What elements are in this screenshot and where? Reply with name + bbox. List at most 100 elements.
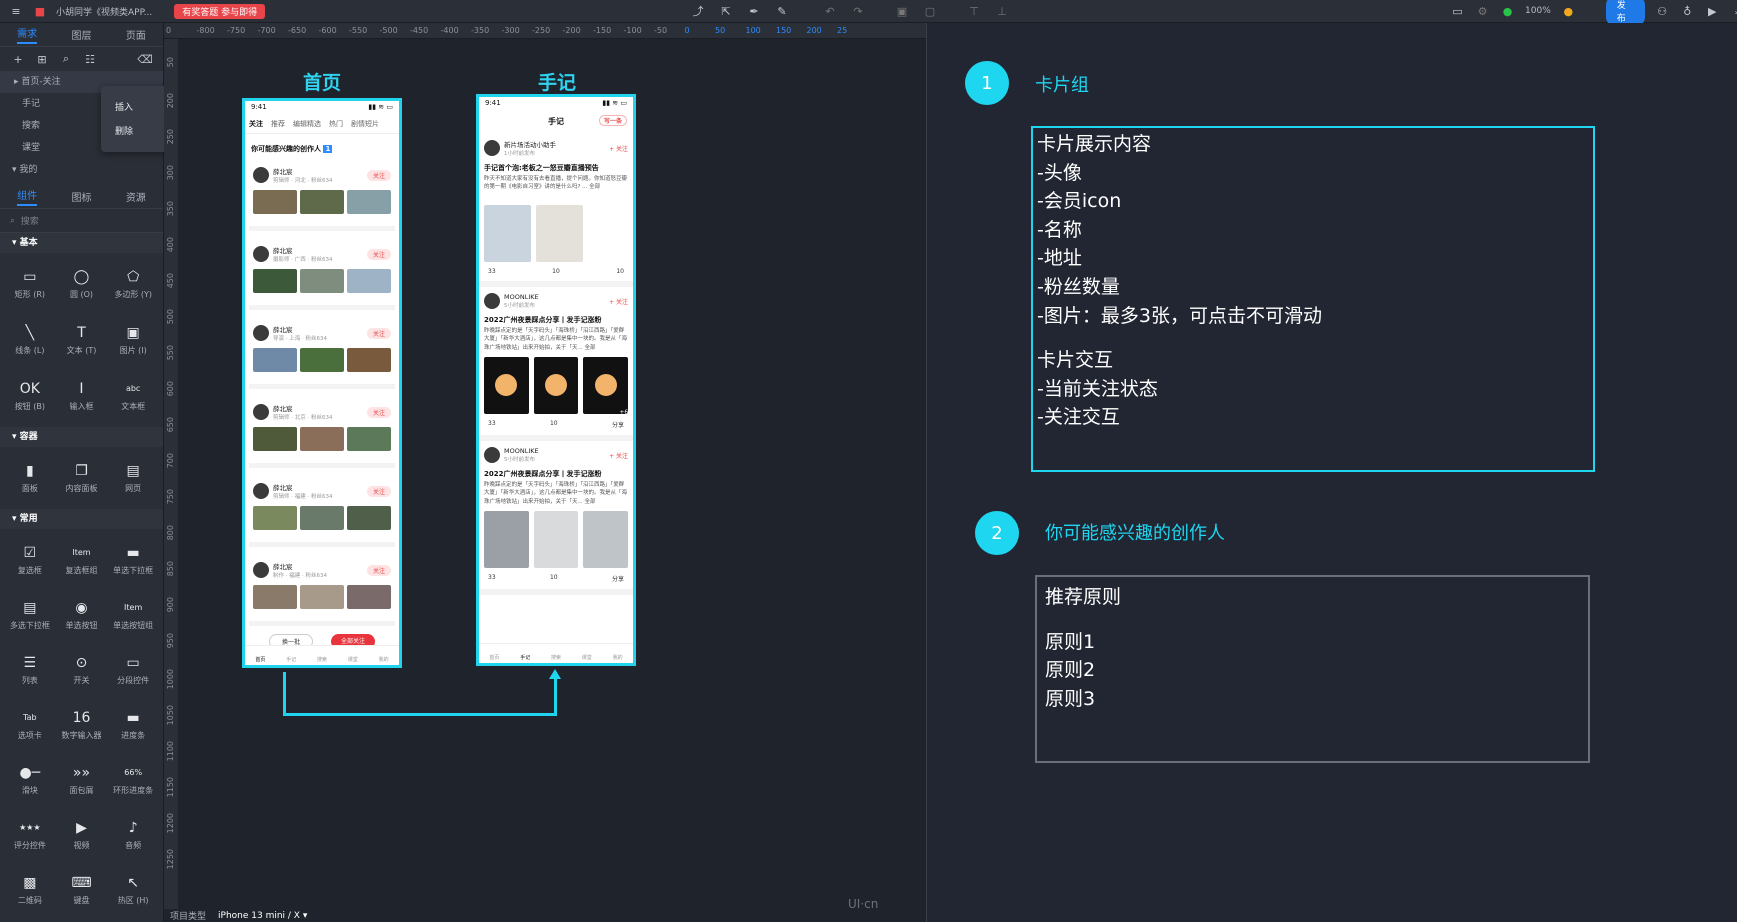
- avatar[interactable]: [484, 447, 500, 463]
- settings-icon[interactable]: ⚙: [1475, 3, 1490, 19]
- rectangle-component[interactable]: ▭ 矩形 (R): [4, 261, 56, 307]
- share-button[interactable]: 10: [616, 268, 624, 275]
- comment-count[interactable]: 10: [550, 420, 558, 429]
- avatar[interactable]: [253, 167, 269, 183]
- section-common[interactable]: ▾ 常用: [0, 509, 163, 529]
- card-image[interactable]: [253, 190, 297, 214]
- webpage-component[interactable]: ▤ 网页: [107, 455, 159, 501]
- add-folder-icon[interactable]: ⊞: [34, 51, 50, 67]
- tab-icons[interactable]: 图标: [71, 189, 91, 204]
- hotspot-component[interactable]: ↖ 热区 (H): [107, 867, 159, 913]
- tab-editor-pick[interactable]: 编辑精选: [293, 119, 321, 129]
- audio-component[interactable]: ♪ 音频: [107, 812, 159, 858]
- ring-progress-component[interactable]: 66% 环形进度条: [107, 757, 159, 803]
- post-image[interactable]: [484, 357, 529, 414]
- share-button[interactable]: 分享: [612, 574, 624, 583]
- tabbar-item[interactable]: 课堂: [348, 656, 358, 663]
- video-component[interactable]: ▶ 视频: [56, 812, 108, 858]
- follow-button[interactable]: 关注: [366, 327, 391, 339]
- tab-resources[interactable]: 资源: [126, 189, 146, 204]
- like-count[interactable]: 33: [488, 268, 496, 275]
- tab-follow[interactable]: 关注: [249, 119, 263, 129]
- card-image[interactable]: [347, 269, 391, 293]
- card-image[interactable]: [300, 348, 344, 372]
- avatar[interactable]: [253, 246, 269, 262]
- zoom-in-icon[interactable]: ●: [1561, 3, 1576, 19]
- add-icon[interactable]: +: [10, 51, 26, 67]
- line-component[interactable]: ╲ 线条 (L): [4, 317, 56, 363]
- download-icon[interactable]: ⤓: [1730, 3, 1737, 19]
- qrcode-component[interactable]: ▩ 二维码: [4, 867, 56, 913]
- follow-button[interactable]: 关注: [366, 564, 391, 576]
- polygon-component[interactable]: ⬠ 多边形 (Y): [107, 261, 159, 307]
- comment-count[interactable]: 10: [550, 574, 558, 583]
- avatar[interactable]: [253, 483, 269, 499]
- notes-phone-frame[interactable]: 9:41 ▮▮ ≋ ▭ 手记 写一条 新片场活动小助手 1小时前发布 + 关注 手记首个…: [476, 94, 636, 666]
- card-image[interactable]: [300, 269, 344, 293]
- write-note-button[interactable]: 写一条: [598, 115, 627, 126]
- like-count[interactable]: 33: [488, 574, 496, 583]
- post-image[interactable]: [533, 511, 579, 568]
- home-phone-frame[interactable]: 9:41 ▮▮ ≋ ▭ 关注 推荐 编辑精选 热门 剧情短片 你可能感兴趣的创作人…: [242, 98, 402, 668]
- follow-button[interactable]: + 关注: [609, 297, 628, 306]
- follow-button[interactable]: 关注: [366, 248, 391, 260]
- tabbar-item[interactable]: 搜索: [317, 656, 327, 663]
- tabbar-item[interactable]: 手记: [286, 656, 296, 663]
- avatar[interactable]: [253, 562, 269, 578]
- share-button[interactable]: 分享: [612, 420, 624, 429]
- annotation-box-1[interactable]: 卡片展示内容 -头像 -会员icon -名称 -地址 -粉丝数量 -图片：最多3张，可点击不…: [1031, 126, 1595, 472]
- card-image[interactable]: [300, 506, 344, 530]
- tabbar-item[interactable]: 首页: [489, 654, 499, 661]
- section-basic[interactable]: ▾ 基本: [0, 233, 163, 253]
- switch-component[interactable]: ⊙ 开关: [56, 647, 108, 693]
- button-component[interactable]: OK 按钮 (B): [4, 373, 56, 419]
- checkbox-component[interactable]: ☑ 复选框: [4, 537, 56, 583]
- textarea-component[interactable]: abc 文本框: [107, 373, 159, 419]
- avatar[interactable]: [253, 404, 269, 420]
- group-icon[interactable]: ▣: [894, 3, 910, 19]
- tab-components[interactable]: 组件: [17, 187, 38, 206]
- multi-dropdown-component[interactable]: ▤ 多选下拉框: [4, 592, 56, 638]
- tabbar-item[interactable]: 我的: [379, 656, 389, 663]
- promo-banner[interactable]: 有奖答题 参与即得: [174, 3, 266, 19]
- design-canvas[interactable]: 首页 手记 9:41 ▮▮ ≋ ▭ 关注 推荐 编辑精选 热门 剧情短片 你可能感…: [178, 39, 926, 911]
- content-panel-component[interactable]: ❐ 内容面板: [56, 455, 108, 501]
- card-image[interactable]: [347, 190, 391, 214]
- align-top-icon[interactable]: ⊤: [966, 3, 982, 19]
- device-select[interactable]: iPhone 13 mini / X ▾: [218, 911, 307, 921]
- like-count[interactable]: 33: [488, 420, 496, 429]
- number-input-component[interactable]: 16 数字输入器: [56, 702, 108, 748]
- redo-icon[interactable]: ↷: [850, 3, 866, 19]
- share-out-icon[interactable]: ⇱: [718, 3, 734, 19]
- text-component[interactable]: T 文本 (T): [56, 317, 108, 363]
- post-image[interactable]: +6: [583, 357, 628, 416]
- project-name[interactable]: 小胡同学《视频类APP...: [56, 5, 152, 18]
- segment-component[interactable]: ▭ 分段控件: [107, 647, 159, 693]
- tab-layers[interactable]: 图层: [71, 27, 91, 42]
- follow-button[interactable]: + 关注: [609, 144, 628, 153]
- follow-button[interactable]: 关注: [366, 406, 391, 418]
- follow-button[interactable]: + 关注: [609, 451, 628, 460]
- annotation-box-2[interactable]: 推荐原则 原则1 原则2 原则3: [1035, 575, 1590, 763]
- follow-button[interactable]: 关注: [366, 485, 391, 497]
- dropdown-component[interactable]: ▬ 单选下拉框: [107, 537, 159, 583]
- page-item-mine[interactable]: ▾ 我的: [0, 159, 163, 181]
- radio-group-component[interactable]: Item 单选按钮组: [107, 592, 159, 638]
- tabbar-item[interactable]: 我的: [613, 654, 623, 661]
- ungroup-icon[interactable]: ▢: [922, 3, 938, 19]
- slider-component[interactable]: ●─ 滑块: [4, 757, 56, 803]
- radio-component[interactable]: ◉ 单选按钮: [56, 592, 108, 638]
- align-bottom-icon[interactable]: ⊥: [994, 3, 1010, 19]
- component-search-input[interactable]: ⌕ 搜索: [0, 209, 163, 233]
- card-image[interactable]: [253, 427, 297, 451]
- tabbar-item[interactable]: 课堂: [582, 654, 592, 661]
- post-image[interactable]: [536, 205, 583, 262]
- comment-count[interactable]: 10: [552, 268, 560, 275]
- search-icon[interactable]: ⌕: [58, 51, 74, 67]
- tab-short-film[interactable]: 剧情短片: [351, 119, 379, 129]
- sort-icon[interactable]: ☷: [82, 51, 98, 67]
- trash-icon[interactable]: ⌫: [137, 51, 153, 67]
- avatar[interactable]: [484, 140, 500, 156]
- list-component[interactable]: ☰ 列表: [4, 647, 56, 693]
- mic-icon[interactable]: ♁: [1680, 3, 1695, 19]
